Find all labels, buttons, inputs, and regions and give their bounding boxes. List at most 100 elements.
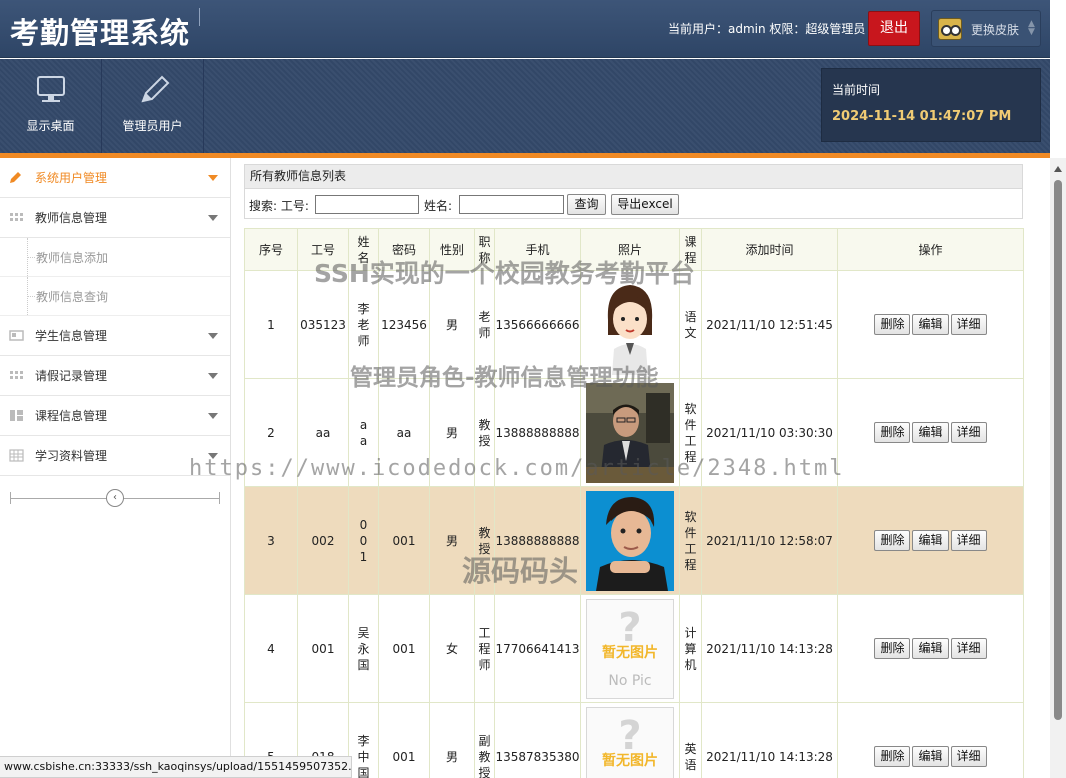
table-row[interactable]: 4 001 吴永国 001 女工程师 17706641413? 暂无图片 No Pic 计算机 2…	[244, 594, 1024, 703]
logout-button[interactable]: 退出	[868, 11, 920, 46]
sidebar-subitem-teacher-query[interactable]: 教师信息查询	[0, 277, 230, 316]
skin-select-label: 更换皮肤	[971, 23, 1020, 37]
delete-button[interactable]: 删除	[874, 746, 911, 767]
pencil-icon	[10, 172, 21, 183]
sidebar-item-system-users[interactable]: 系统用户管理	[0, 158, 230, 198]
chevron-down-icon	[208, 175, 218, 181]
sidebar-item-course-info[interactable]: 课程信息管理	[0, 396, 230, 436]
layout-icon	[10, 410, 23, 421]
calendar-icon	[9, 449, 24, 462]
sidebar-item-label: 教师信息管理	[35, 211, 108, 225]
cell-actions: 删除 编辑 详细	[837, 702, 1024, 778]
table-row[interactable]: 1 035123 李老师 123456 男老师 13566666666 语文 2021/11/…	[244, 270, 1024, 379]
cell-add-time: 2021/11/10 12:51:45	[701, 270, 838, 379]
cell-title-text: 工程师	[478, 625, 491, 672]
sidebar-item-leave-records[interactable]: 请假记录管理	[0, 356, 230, 396]
cell-title: 副教授	[474, 702, 495, 778]
grid-icon	[10, 213, 23, 221]
delete-button[interactable]: 删除	[874, 422, 911, 443]
cell-name: 001	[348, 486, 379, 595]
query-button[interactable]: 查询	[567, 194, 606, 215]
grid-icon	[10, 371, 23, 379]
detail-button[interactable]: 详细	[950, 422, 987, 443]
column-header-text: 课程	[684, 234, 697, 265]
cell-add-time: 2021/11/10 12:58:07	[701, 486, 838, 595]
cell-password: 001	[378, 486, 430, 595]
detail-button[interactable]: 详细	[950, 638, 987, 659]
svg-text:暂无图片: 暂无图片	[602, 752, 658, 769]
updown-caret-icon: ▲ ▼	[1028, 19, 1035, 37]
sidebar-item-study-materials[interactable]: 学习资料管理	[0, 436, 230, 476]
chevron-down-icon	[208, 373, 218, 379]
delete-button[interactable]: 删除	[874, 530, 911, 551]
cell-name-text: 李中国	[357, 733, 370, 778]
sidebar-subitem-teacher-add[interactable]: 教师信息添加	[0, 238, 230, 277]
table-row[interactable]: 3 002 001 001 男教授 13888888888 软件工程 2021/11/10 1…	[244, 486, 1024, 595]
teacher-id-input[interactable]	[315, 195, 419, 214]
cell-sex: 男	[429, 378, 475, 487]
detail-button[interactable]: 详细	[950, 746, 987, 767]
cell-title-text: 教授	[478, 417, 491, 448]
svg-text:暂无图片: 暂无图片	[602, 644, 658, 661]
edit-button[interactable]: 编辑	[912, 530, 949, 551]
cell-actions: 删除 编辑 详细	[837, 486, 1024, 595]
scroll-up-arrow-icon[interactable]	[1054, 166, 1062, 172]
change-skin-select[interactable]: 更换皮肤 ▲ ▼	[931, 10, 1041, 47]
cell-name: 李老师	[348, 270, 379, 379]
sidebar-collapse-bar: ‹	[10, 489, 220, 507]
sidebar-item-teacher-info[interactable]: 教师信息管理	[0, 198, 230, 238]
cell-name-text: 李老师	[357, 301, 370, 348]
cell-password: 001	[378, 702, 430, 778]
export-excel-button[interactable]: 导出excel	[611, 194, 679, 215]
cell-photo: ?暂无图片No Pic	[580, 702, 680, 778]
cell-no: 4	[244, 594, 298, 703]
cell-add-time: 2021/11/10 14:13:28	[701, 594, 838, 703]
cell-photo: ?暂无图片No Pic	[580, 594, 680, 703]
column-header: 职称	[474, 228, 495, 271]
detail-button[interactable]: 详细	[950, 530, 987, 551]
vertical-scrollbar[interactable]	[1050, 158, 1066, 778]
cell-title-text: 老师	[478, 309, 491, 340]
cell-course: 计算机	[679, 594, 702, 703]
edit-button[interactable]: 编辑	[912, 422, 949, 443]
collapse-sidebar-button[interactable]: ‹	[106, 489, 124, 507]
cell-course-text: 软件工程	[684, 509, 697, 572]
cell-no: 2	[244, 378, 298, 487]
admin-users-button[interactable]: 管理员用户	[102, 59, 204, 153]
sidebar-item-student-info[interactable]: 学生信息管理	[0, 316, 230, 356]
delete-button[interactable]: 删除	[874, 638, 911, 659]
scrollbar-thumb[interactable]	[1054, 180, 1062, 720]
show-desktop-label: 显示桌面	[26, 119, 75, 133]
cell-course: 语文	[679, 270, 702, 379]
app-title: 考勤管理系统	[10, 16, 191, 50]
cell-teacher-id: 035123	[297, 270, 349, 379]
sidebar-item-label: 课程信息管理	[35, 409, 108, 423]
cell-name: 吴永国	[348, 594, 379, 703]
cell-course: 软件工程	[679, 378, 702, 487]
cell-title: 工程师	[474, 594, 495, 703]
cell-course-text: 英语	[684, 741, 697, 772]
cell-phone: 13566666666	[494, 270, 581, 379]
cell-sex: 男	[429, 486, 475, 595]
edit-button[interactable]: 编辑	[912, 746, 949, 767]
cell-teacher-id: aa	[297, 378, 349, 487]
show-desktop-button[interactable]: 显示桌面	[0, 59, 102, 153]
edit-button[interactable]: 编辑	[912, 638, 949, 659]
teacher-photo	[586, 382, 674, 483]
no-picture-placeholder: ?暂无图片No Pic	[586, 706, 674, 778]
cell-phone: 13587835380	[494, 702, 581, 778]
table-row[interactable]: 2 aa aa aa 男教授 13888888888 软件工程 2021/11/10 03:3…	[244, 378, 1024, 487]
detail-button[interactable]: 详细	[950, 314, 987, 335]
cell-actions: 删除 编辑 详细	[837, 270, 1024, 379]
search-bar: 搜索: 工号: 姓名: 查询 导出excel	[244, 189, 1023, 219]
teacher-name-input[interactable]	[459, 195, 564, 214]
cell-sex: 男	[429, 702, 475, 778]
edit-button[interactable]: 编辑	[912, 314, 949, 335]
delete-button[interactable]: 删除	[874, 314, 911, 335]
cell-name-text: 001	[359, 517, 368, 564]
cell-name: aa	[348, 378, 379, 487]
teacher-photo	[586, 274, 674, 375]
current-time-label: 当前时间	[832, 83, 881, 97]
table-row[interactable]: 5018李中国001男副教授13587835380?暂无图片No Pic英语20…	[244, 702, 1024, 778]
svg-text:No Pic: No Pic	[608, 673, 651, 689]
